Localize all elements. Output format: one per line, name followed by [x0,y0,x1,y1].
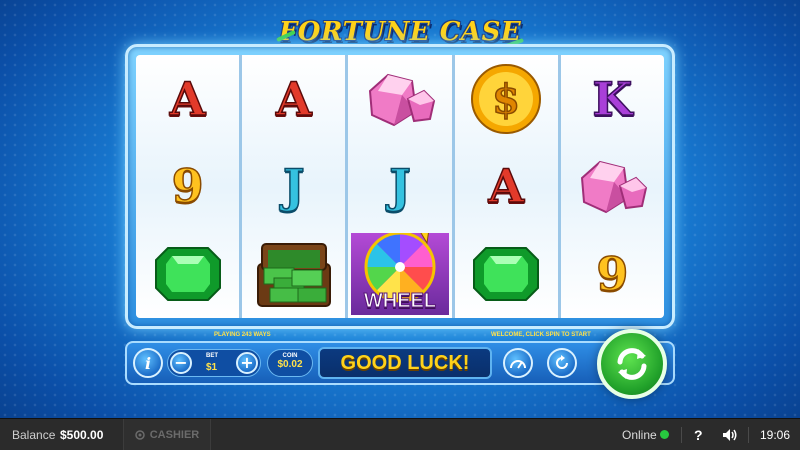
divider [748,427,749,443]
message-panel: GOOD LUCK! [318,347,492,379]
game-title: FORTUNE CASE [278,17,522,47]
cashier-icon [134,430,145,440]
info-button[interactable]: i [133,348,163,378]
minus-icon: − [174,353,188,372]
reel-frame: A 9 A J J WHEEL $ A K 9 [125,44,675,329]
clock: 19:06 [760,427,791,442]
reel-3: J WHEEL [348,55,452,318]
reel-5: K9 [560,55,664,318]
autoplay-button[interactable] [547,348,577,378]
coin-value-display[interactable]: COIN $0.02 [267,349,313,377]
online-label: Online [622,427,657,442]
reel-symbol: WHEEL [348,230,451,318]
reel-symbol: K [561,55,664,143]
spin-icon [617,348,647,380]
reel-symbol: 9 [561,230,664,318]
reel-symbol: A [242,55,345,143]
welcome-info: WELCOME, CLICK SPIN TO START [491,332,591,338]
svg-text:$: $ [492,76,520,123]
help-button[interactable]: ? [694,427,703,443]
symbol-k: K [592,71,633,127]
pink-gem-symbol [368,73,436,126]
symbol-j: J [282,159,305,215]
reel-symbol: A [455,143,558,231]
reel-symbol: J [348,143,451,231]
message-text: GOOD LUCK! [340,351,470,374]
status-bar: Balance $500.00 CASHIER Online ? 19:06 [0,418,800,450]
plus-icon: + [240,353,254,372]
emerald-symbol [154,247,221,302]
money-case-symbol [256,243,331,308]
control-bar: i − BET $1 + COIN $0.02 GOOD LUCK! [125,329,675,399]
autoplay-icon [556,355,568,369]
reel-grid: A 9 A J J WHEEL $ A K 9 [136,55,664,318]
cashier-label: CASHIER [149,429,200,441]
bet-decrease-button[interactable]: − [170,352,192,374]
reel-symbol: J [242,143,345,231]
reel-symbol [348,55,451,143]
reel-2: AJ [242,55,346,318]
sound-icon[interactable] [722,428,738,442]
balance-label: Balance [12,427,56,442]
reel-symbol [136,230,239,318]
speed-button[interactable] [503,348,533,378]
reel-symbol: A [136,55,239,143]
bet-label: BET [206,353,218,359]
speedometer-icon [510,360,526,369]
emerald-symbol [473,247,540,302]
reel-symbol: $ [455,55,558,143]
coin-value: $0.02 [277,359,303,370]
symbol-a: A [488,159,525,215]
wheel-label: WHEEL [363,289,437,312]
symbol-9: 9 [171,159,205,215]
dollar-coin-symbol: $ [471,63,542,134]
reel-symbol [561,143,664,231]
pink-gem-symbol [581,161,648,214]
bet-increase-button[interactable]: + [236,352,258,374]
balance-value: $500.00 [60,427,104,442]
symbol-a: A [169,71,206,127]
cashier-button[interactable]: CASHIER [123,419,211,450]
spin-button[interactable] [597,329,667,399]
reel-4: $ A [454,55,558,318]
wheel-symbol: WHEEL [351,233,449,315]
bet-control: − BET $1 + [167,349,261,377]
online-status-dot [660,430,669,439]
symbol-9: 9 [596,246,630,302]
bet-value: $1 [206,362,218,373]
symbol-j: J [388,159,411,215]
reel-symbol [455,230,558,318]
symbol-a: A [275,71,312,127]
info-icon: i [144,353,152,373]
divider [681,427,682,443]
ways-info: PLAYING 243 WAYS [214,332,271,338]
reel-symbol: 9 [136,143,239,231]
reel-1: A9 [136,55,240,318]
reel-symbol [242,230,345,318]
